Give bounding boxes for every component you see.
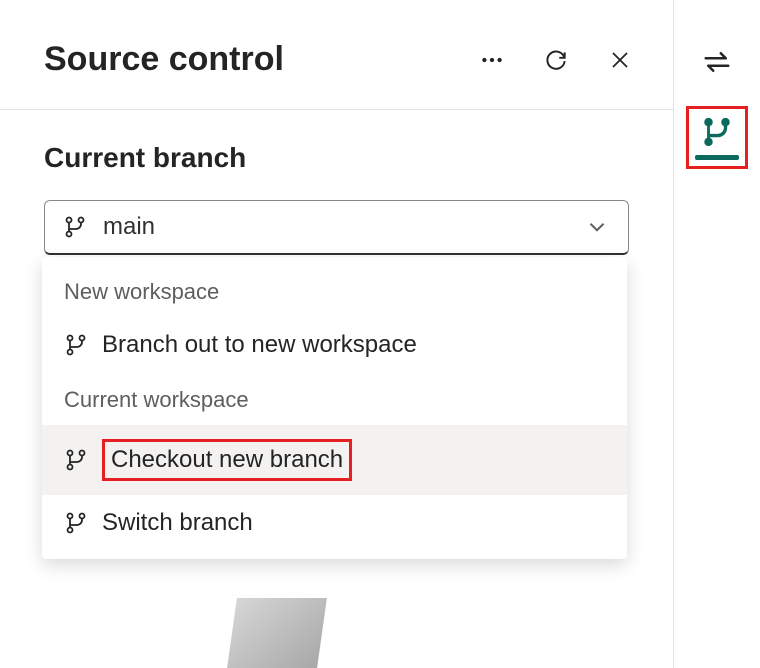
menu-group-new-workspace: New workspace: [42, 265, 627, 317]
refresh-icon: [543, 47, 569, 73]
branch-icon: [700, 115, 734, 149]
right-rail: [674, 0, 760, 668]
menu-item-checkout-new-branch[interactable]: Checkout new branch: [42, 425, 627, 495]
menu-group-current-workspace: Current workspace: [42, 373, 627, 425]
branch-icon: [64, 448, 88, 472]
section-title: Current branch: [44, 142, 629, 174]
source-control-rail-button[interactable]: [686, 106, 748, 169]
menu-item-branch-out[interactable]: Branch out to new workspace: [42, 317, 627, 373]
menu-item-switch-branch[interactable]: Switch branch: [42, 495, 627, 551]
panel-title: Source control: [44, 40, 479, 79]
branch-icon: [64, 511, 88, 535]
close-icon: [608, 48, 632, 72]
header-actions: [479, 47, 633, 73]
branch-dropdown-toggle[interactable]: main: [44, 200, 629, 255]
menu-item-label: Switch branch: [102, 509, 253, 537]
refresh-button[interactable]: [543, 47, 569, 73]
source-control-panel: Source control Current branch main: [0, 0, 674, 668]
menu-item-label: Branch out to new workspace: [102, 331, 417, 359]
panel-header: Source control: [0, 0, 673, 110]
branch-icon: [64, 333, 88, 357]
chevron-down-icon: [584, 214, 610, 240]
branch-selected-value: main: [103, 213, 568, 241]
current-branch-section: Current branch main New workspace Branch…: [0, 110, 673, 255]
branch-dropdown-menu: New workspace Branch out to new workspac…: [42, 257, 627, 559]
branch-icon: [63, 215, 87, 239]
swap-button[interactable]: [697, 42, 737, 82]
more-icon: [479, 47, 505, 73]
active-indicator: [695, 155, 739, 160]
background-decoration: [227, 598, 327, 668]
swap-icon: [702, 47, 732, 77]
more-options-button[interactable]: [479, 47, 505, 73]
menu-item-label: Checkout new branch: [102, 439, 352, 481]
branch-dropdown: main New workspace Branch out to new wor…: [44, 200, 629, 255]
close-button[interactable]: [607, 47, 633, 73]
